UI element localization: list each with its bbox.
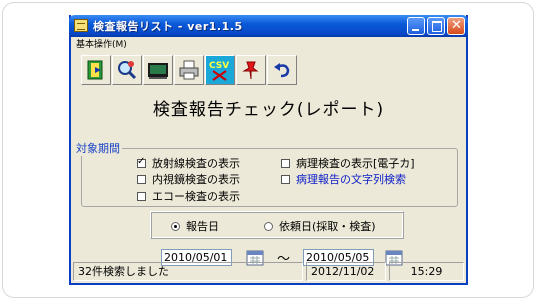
checkbox-echo[interactable]: エコー検査の表示 [137, 188, 240, 204]
search-button[interactable] [112, 55, 142, 85]
radio-report-date-dot[interactable] [171, 221, 180, 231]
radio-report-date[interactable]: 報告日 [171, 218, 219, 234]
checkbox-pathology-text-search[interactable]: 病理報告の文字列検索 [281, 171, 406, 187]
print-button[interactable] [174, 55, 204, 85]
checkbox-radiology-box[interactable] [137, 156, 146, 168]
pin-icon [242, 61, 259, 80]
exit-door-icon [87, 60, 103, 80]
window-title: 検査報告リスト - ver1.1.5 [93, 20, 243, 33]
exit-button[interactable] [81, 55, 111, 85]
checkbox-endoscopy-label: 内視鏡検査の表示 [152, 173, 240, 186]
page-heading: 検査報告チェック(レポート) [152, 100, 385, 120]
app-window: 検査報告リスト - ver1.1.5 ✕ 基本操作(M) CSV 検査報告チェッ… [69, 15, 468, 285]
search-magnifier-icon [118, 61, 137, 80]
status-message: 32件検索しました [73, 262, 303, 281]
checkbox-radiology[interactable]: 放射線検査の表示 [137, 155, 240, 171]
minimize-icon [412, 29, 419, 31]
pin-button[interactable] [236, 55, 266, 85]
menu-bar: 基本操作(M) [71, 37, 466, 53]
checkbox-endoscopy-box[interactable] [137, 174, 146, 184]
checkbox-echo-box[interactable] [137, 191, 146, 201]
undo-arrow-icon [274, 63, 290, 78]
status-date: 2012/11/02 [306, 262, 386, 281]
checkbox-pathology[interactable]: 病理検査の表示[電子カ] [281, 155, 415, 171]
app-icon [74, 19, 88, 32]
radio-request-date-dot[interactable] [264, 221, 273, 231]
undo-button[interactable] [267, 55, 297, 85]
title-bar[interactable]: 検査報告リスト - ver1.1.5 ✕ [69, 15, 468, 37]
maximize-button[interactable] [427, 17, 445, 35]
checkbox-endoscopy[interactable]: 内視鏡検査の表示 [137, 171, 240, 187]
checkbox-pathology-label: 病理検査の表示[電子カ] [296, 157, 415, 170]
radio-request-date-label: 依頼日(採取・検査) [279, 220, 376, 233]
display-button[interactable] [143, 55, 173, 85]
checkbox-echo-label: エコー検査の表示 [152, 190, 240, 203]
radio-report-date-label: 報告日 [186, 220, 219, 233]
csv-export-button[interactable]: CSV [205, 55, 235, 85]
close-button[interactable]: ✕ [447, 17, 465, 35]
checkbox-pathology-text-search-box[interactable] [281, 174, 290, 184]
status-bar: 32件検索しました 2012/11/02 15:29 [73, 262, 464, 281]
checkbox-radiology-label: 放射線検査の表示 [152, 157, 240, 170]
csv-label: CSV [209, 61, 229, 71]
close-icon: ✕ [451, 18, 462, 33]
checkbox-pathology-text-search-label: 病理報告の文字列検索 [296, 173, 406, 186]
minimize-button[interactable] [407, 17, 425, 35]
menu-basic-operations[interactable]: 基本操作(M) [76, 37, 127, 53]
status-time: 15:29 [389, 262, 464, 281]
csv-export-icon: CSV [209, 61, 229, 81]
period-group-label: 対象期間 [74, 140, 122, 156]
maximize-icon [432, 21, 442, 32]
printer-icon [179, 60, 199, 80]
monitor-display-icon [148, 63, 168, 79]
checkbox-pathology-box[interactable] [281, 158, 290, 168]
radio-request-date[interactable]: 依頼日(採取・検査) [264, 218, 376, 234]
